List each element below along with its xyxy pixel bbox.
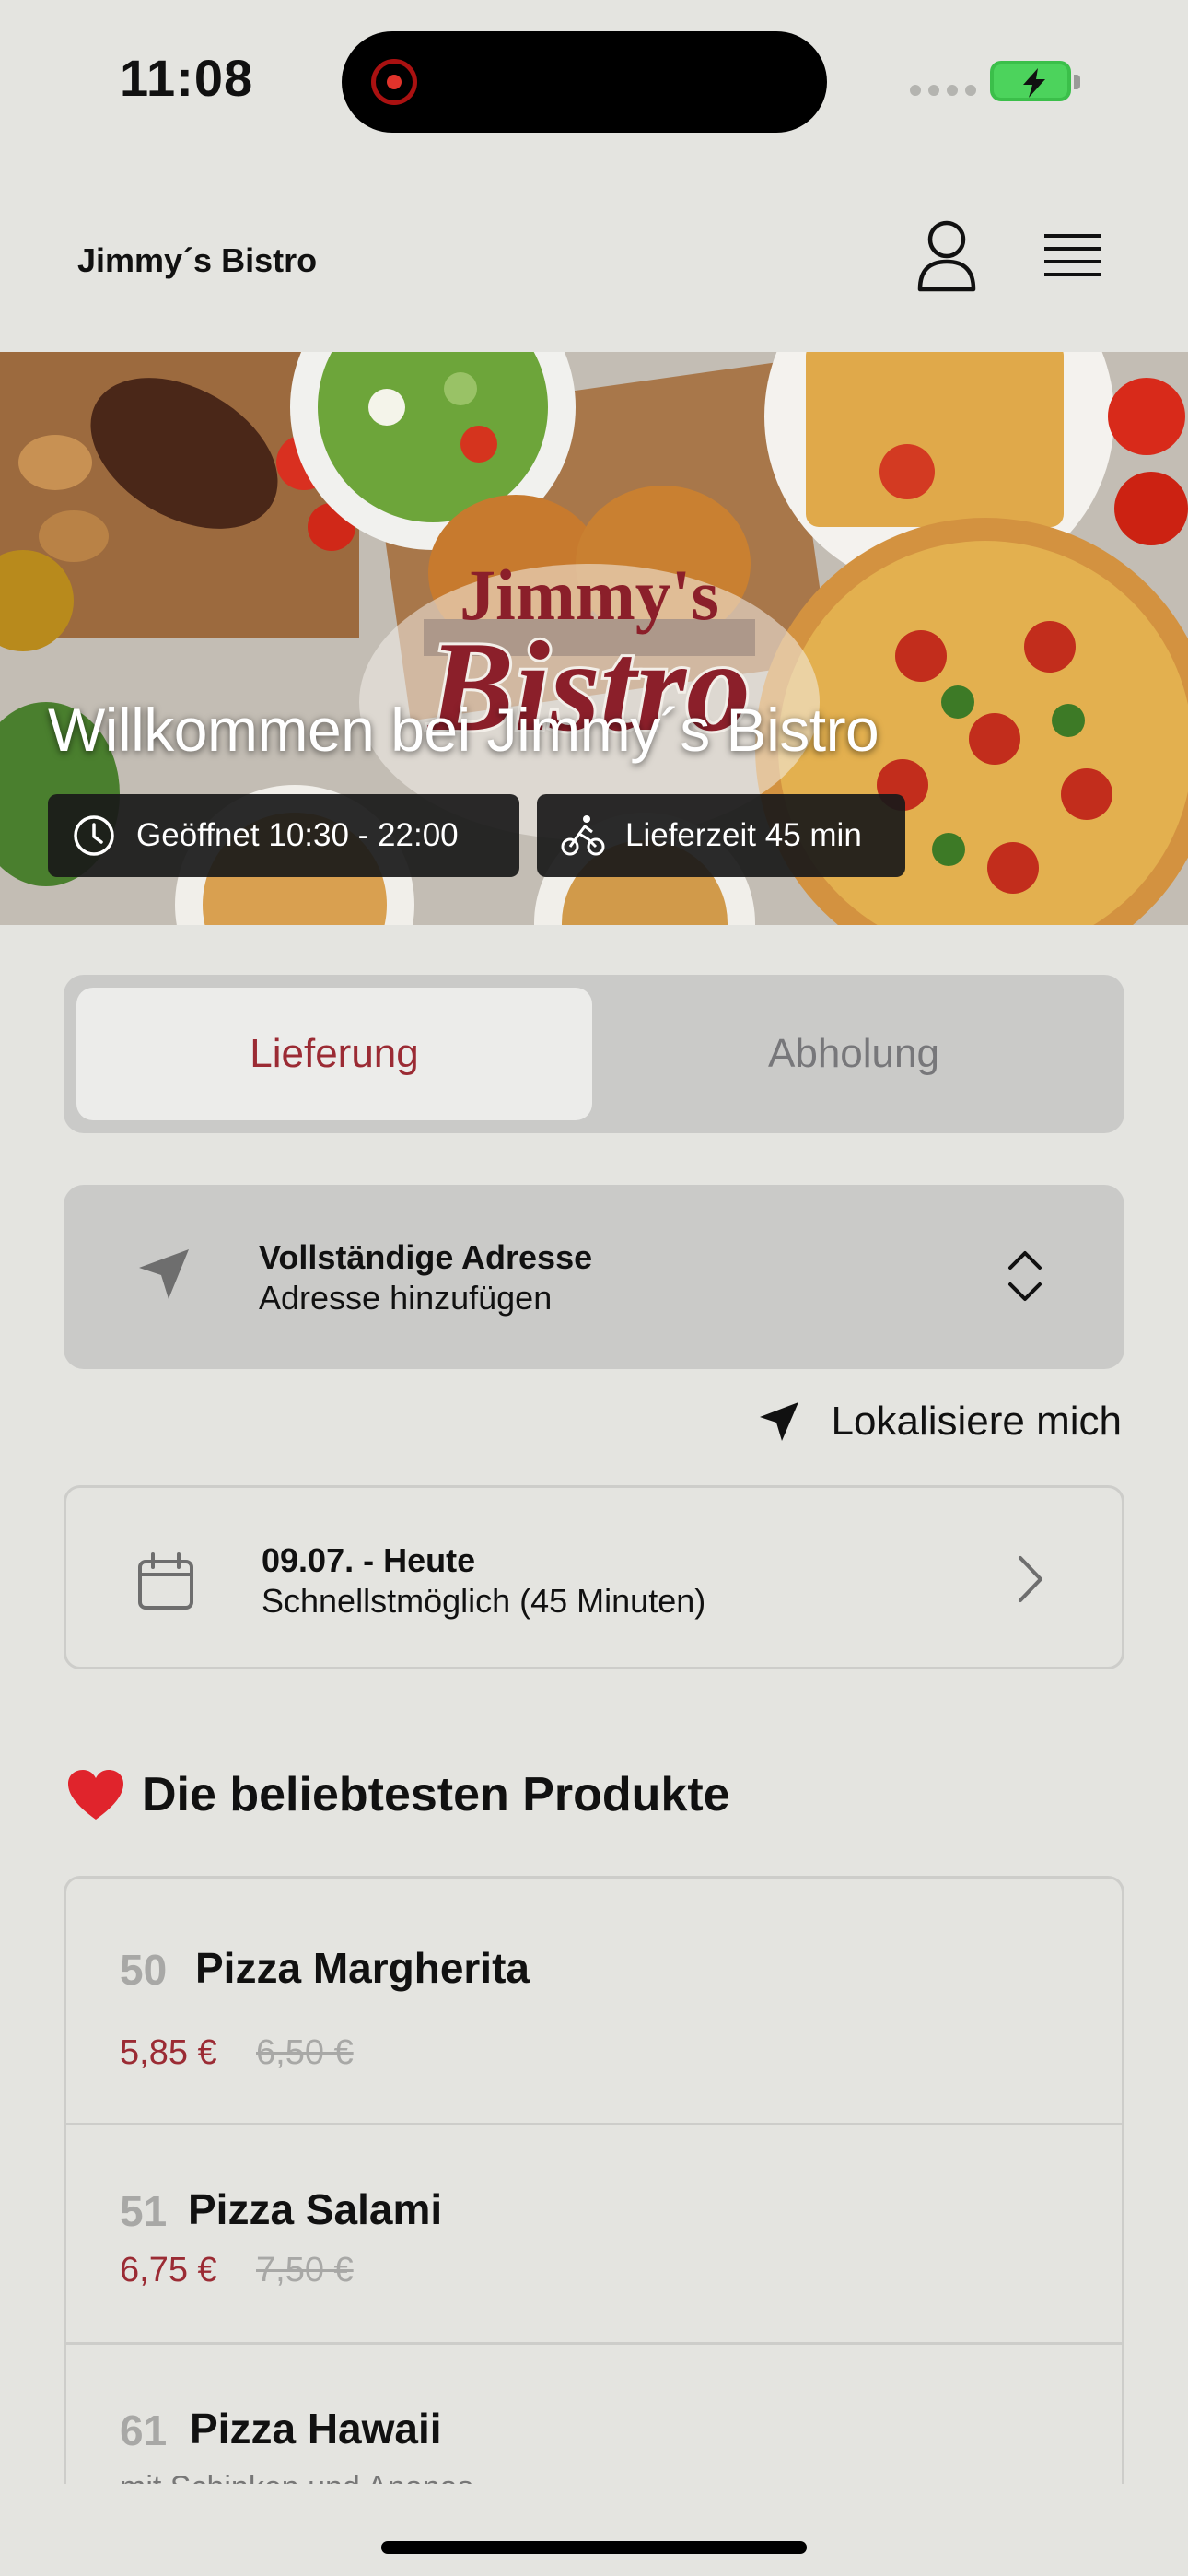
delivery-time-badge: Lieferzeit 45 min xyxy=(537,794,905,877)
popular-products-title: Die beliebtesten Produkte xyxy=(142,1768,730,1821)
chevron-right-icon xyxy=(1019,1556,1042,1602)
location-arrow-icon xyxy=(759,1402,798,1441)
status-time: 11:08 xyxy=(120,49,254,107)
hero-banner: Jimmy's Bistro Willkommen bei Jimmy´s Bi… xyxy=(0,352,1188,925)
locate-me-label: Lokalisiere mich xyxy=(831,1399,1122,1444)
delivery-date: 09.07. - Heute xyxy=(262,1541,476,1579)
locate-me-button[interactable]: Lokalisiere mich xyxy=(758,1399,1122,1445)
product-item[interactable]: 50 Pizza Margherita 5,85 € 6,50 € xyxy=(66,1879,1122,2125)
opening-hours-text: Geöffnet 10:30 - 22:00 xyxy=(136,817,459,853)
delivery-time-text: Lieferzeit 45 min xyxy=(625,817,862,853)
brand-name[interactable]: Jimmy´s Bistro xyxy=(77,241,317,280)
account-button[interactable] xyxy=(914,219,979,293)
popular-products-heading: Die beliebtesten Produkte xyxy=(66,1767,730,1822)
menu-button[interactable] xyxy=(1042,230,1103,286)
product-number: 51 xyxy=(120,2187,168,2235)
recording-indicator-icon xyxy=(371,59,417,105)
product-item[interactable]: 51 Pizza Salami 6,75 € 7,50 € xyxy=(66,2125,1122,2345)
battery-charging-icon xyxy=(990,61,1080,101)
heart-icon xyxy=(68,1770,123,1820)
product-description: mit Schinken und Ananas xyxy=(120,2470,473,2484)
home-indicator[interactable] xyxy=(381,2541,807,2554)
opening-hours-badge: Geöffnet 10:30 - 22:00 xyxy=(48,794,519,877)
product-old-price: 6,50 € xyxy=(256,2033,354,2072)
calendar-icon xyxy=(138,1552,193,1610)
app-header: Jimmy´s Bistro xyxy=(0,175,1188,350)
address-title: Vollständige Adresse xyxy=(259,1238,593,1276)
tab-pickup[interactable]: Abholung xyxy=(596,988,1112,1120)
product-name: Pizza Margherita xyxy=(195,1944,530,1992)
clock-icon xyxy=(74,815,114,856)
status-bar: 11:08 xyxy=(0,0,1188,161)
dynamic-island xyxy=(342,31,827,133)
signal-icon xyxy=(910,85,976,96)
product-number: 50 xyxy=(120,1946,168,1994)
product-price: 5,85 € xyxy=(120,2033,217,2072)
chevron-up-down-icon xyxy=(1008,1251,1042,1301)
product-item[interactable]: 61 Pizza Hawaii mit Schinken und Ananas xyxy=(66,2345,1122,2484)
product-number: 61 xyxy=(120,2406,168,2454)
location-arrow-icon xyxy=(139,1249,189,1299)
delivery-time-option: Schnellstmöglich (45 Minuten) xyxy=(262,1582,706,1620)
cyclist-icon xyxy=(561,815,605,856)
product-name: Pizza Hawaii xyxy=(190,2405,442,2453)
product-price: 6,75 € xyxy=(120,2251,217,2289)
address-subtitle: Adresse hinzufügen xyxy=(259,1279,553,1317)
address-selector[interactable]: Vollständige Adresse Adresse hinzufügen xyxy=(64,1185,1124,1369)
tab-delivery[interactable]: Lieferung xyxy=(76,988,592,1120)
product-name: Pizza Salami xyxy=(188,2185,443,2233)
popular-products-list: 50 Pizza Margherita 5,85 € 6,50 € 51 Piz… xyxy=(64,1876,1124,2484)
hamburger-menu-icon xyxy=(1044,234,1101,276)
order-mode-toggle: Lieferung Abholung xyxy=(64,975,1124,1133)
delivery-date-selector[interactable]: 09.07. - Heute Schnellstmöglich (45 Minu… xyxy=(64,1485,1124,1669)
hero-title: Willkommen bei Jimmy´s Bistro xyxy=(48,696,879,764)
product-old-price: 7,50 € xyxy=(256,2251,354,2289)
user-icon xyxy=(917,220,976,292)
